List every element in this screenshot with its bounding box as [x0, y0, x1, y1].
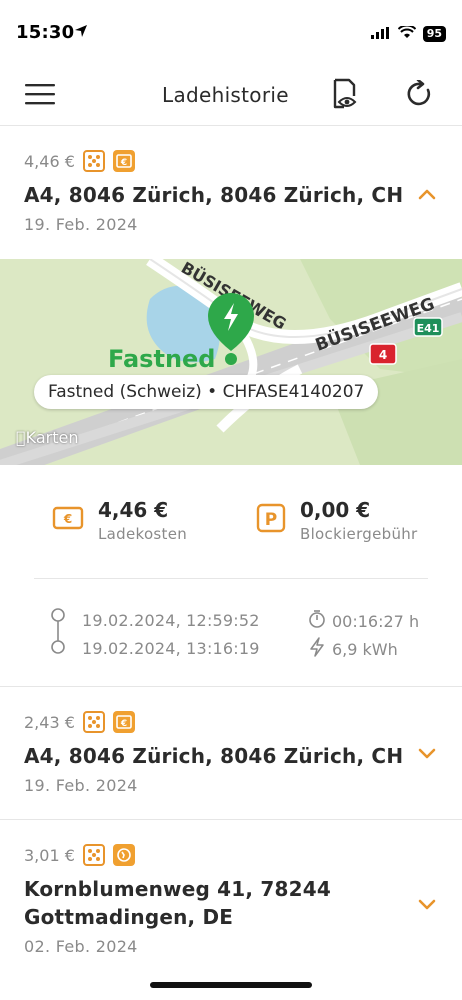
session-details: € 4,46 € Ladekosten P 0,00 € Blockiergeb… [0, 465, 462, 687]
lightning-icon [308, 637, 326, 661]
session-item[interactable]: 4,46 € € A4, 8046 Zürich, 8046 Zürich, C… [0, 127, 462, 259]
chevron-down-icon[interactable] [418, 744, 436, 763]
hamburger-icon [25, 84, 55, 105]
price-row: 4,46 € € [24, 149, 438, 173]
location-arrow-icon [74, 23, 88, 42]
map-station-label: Fastned (Schweiz) • CHFASE4140207 [34, 375, 379, 409]
details-divider [34, 578, 428, 579]
document-view-icon [333, 78, 357, 109]
nav-bar: Ladehistorie [0, 64, 462, 126]
plug-type-icon [82, 150, 105, 172]
session-header[interactable]: 2,43 € € A4, 8046 Zürich, 8046 Zürich, C… [0, 688, 462, 795]
status-indicators: 95 [370, 24, 446, 43]
plug-type-icon [82, 711, 105, 733]
wifi-icon [397, 24, 416, 43]
app-icon [112, 844, 135, 866]
apple-logo-icon:  [16, 428, 26, 447]
map-attribution: Karten [16, 428, 78, 447]
cellular-signal-icon [370, 24, 391, 43]
card-icon: € [52, 497, 84, 543]
chevron-up-icon[interactable] [418, 185, 436, 204]
card-icon: € [112, 150, 135, 172]
status-bar: 15:30 95 [0, 0, 462, 60]
charge-cost-value: 4,46 € [98, 498, 169, 522]
session-price: 2,43 € [24, 712, 75, 732]
charge-cost-label: Ladekosten [98, 525, 188, 543]
price-row: 3,01 € [24, 843, 438, 867]
session-item[interactable]: 3,01 € Kornblumenweg 41, 78244 Gottmadin… [0, 821, 462, 981]
session-date: 19. Feb. 2024 [24, 776, 138, 795]
road-shield-e41: E41 [413, 317, 443, 337]
status-time: 15:30 [16, 22, 75, 43]
energy: 6,9 kWh [308, 637, 398, 661]
session-address: A4, 8046 Zürich, 8046 Zürich, CH [24, 744, 404, 768]
timeline-icon [50, 607, 66, 659]
start-time: 19.02.2024, 12:59:52 [82, 611, 260, 630]
session-address-line2: Gottmadingen, DE [24, 905, 234, 929]
session-item[interactable]: 2,43 € € A4, 8046 Zürich, 8046 Zürich, C… [0, 688, 462, 820]
parking-icon: P [256, 497, 286, 543]
battery-indicator: 95 [422, 25, 446, 42]
card-icon: € [112, 711, 135, 733]
energy-value: 6,9 kWh [332, 639, 398, 659]
end-time: 19.02.2024, 13:16:19 [82, 639, 260, 658]
block-fee: P 0,00 € Blockiergebühr [256, 497, 418, 543]
duration: 00:16:27 h [308, 610, 419, 632]
session-header[interactable]: 3,01 € Kornblumenweg 41, 78244 Gottmadin… [0, 821, 462, 956]
timer-icon [308, 610, 326, 632]
session-address: A4, 8046 Zürich, 8046 Zürich, CH [24, 183, 404, 207]
session-header[interactable]: 4,46 € € A4, 8046 Zürich, 8046 Zürich, C… [0, 127, 462, 234]
road-shield-label: 4 [379, 348, 387, 362]
receipt-view-button[interactable] [326, 76, 362, 112]
duration-value: 00:16:27 h [332, 611, 420, 631]
svg-text:€: € [63, 512, 72, 526]
road-shield-4: 4 [369, 343, 397, 365]
plug-type-icon [82, 844, 105, 866]
refresh-icon [407, 80, 431, 106]
map-poi-label: Fastned [108, 345, 216, 373]
page-title: Ladehistorie [162, 83, 289, 107]
session-address-line1: Kornblumenweg 41, 78244 [24, 877, 331, 901]
road-shield-label: E41 [417, 322, 440, 335]
session-date: 02. Feb. 2024 [24, 937, 138, 956]
session-price: 3,01 € [24, 845, 75, 865]
menu-button[interactable] [22, 76, 58, 112]
svg-text:€: € [120, 719, 127, 729]
session-price: 4,46 € [24, 151, 75, 171]
charge-cost: € 4,46 € Ladekosten [52, 497, 187, 543]
block-fee-label: Blockiergebühr [300, 525, 418, 543]
block-fee-value: 0,00 € [300, 498, 371, 522]
home-indicator[interactable] [150, 982, 312, 988]
session-date: 19. Feb. 2024 [24, 215, 138, 234]
svg-text:€: € [120, 158, 127, 168]
chevron-down-icon[interactable] [418, 895, 436, 914]
svg-text:P: P [265, 510, 277, 530]
price-row: 2,43 € € [24, 710, 438, 734]
refresh-button[interactable] [402, 76, 438, 112]
